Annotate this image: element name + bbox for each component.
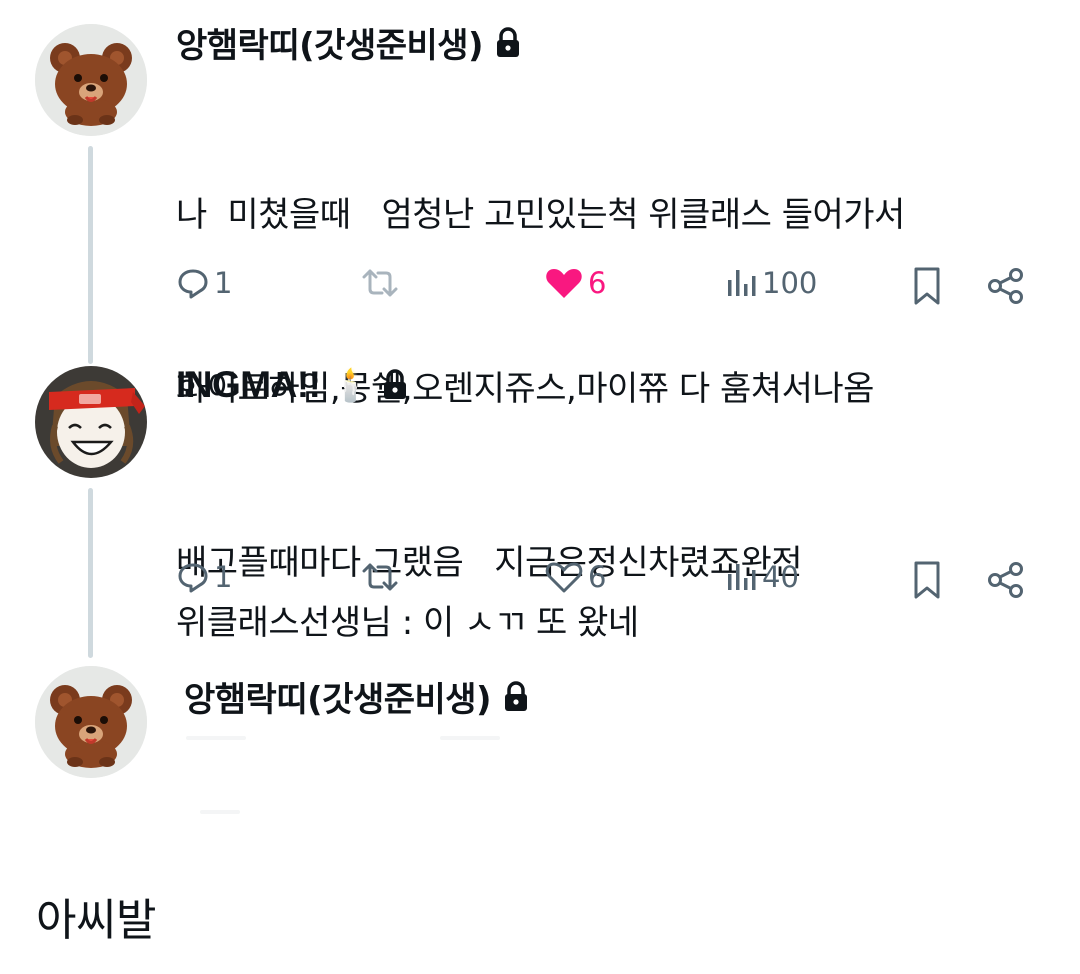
- lock-icon: [383, 369, 406, 399]
- reply-icon: [178, 269, 208, 299]
- candle-emoji: 🕯️: [330, 366, 370, 404]
- repost-icon: [362, 269, 398, 297]
- bookmark-button[interactable]: [910, 266, 944, 306]
- like-count: 6: [588, 266, 607, 300]
- author-name[interactable]: 앙햄락띠(갓생준비생): [184, 672, 492, 721]
- views-icon: [728, 564, 756, 590]
- headband-avatar: [35, 366, 147, 478]
- avatar[interactable]: [35, 366, 147, 478]
- bear-avatar: [35, 24, 147, 136]
- share-button[interactable]: [986, 560, 1026, 600]
- like-button[interactable]: 6: [544, 266, 606, 300]
- thread-line: [88, 488, 93, 658]
- thread-line: [88, 146, 93, 364]
- redacted-text: [186, 736, 246, 740]
- redacted-text: [440, 736, 500, 740]
- like-count: 6: [588, 560, 607, 594]
- like-icon: [545, 562, 583, 593]
- post-header: 앙햄락띠(갓생준비생): [176, 18, 523, 67]
- post-text: 위클래스선생님 : 이 ㅅㄲ 또 왔네: [176, 478, 639, 768]
- like-icon: [546, 269, 582, 298]
- share-button[interactable]: [986, 266, 1026, 306]
- post-header: 앙햄락띠(갓생준비생): [184, 672, 531, 721]
- action-bar: 1 6 40: [176, 560, 1028, 604]
- avatar[interactable]: [35, 24, 147, 136]
- reply-icon: [178, 563, 208, 593]
- views-count: 40: [762, 560, 799, 594]
- views-icon: [728, 270, 756, 296]
- author-name[interactable]: INGMA!!: [176, 364, 321, 406]
- repost-button[interactable]: [358, 560, 406, 594]
- share-icon: [988, 268, 1023, 304]
- post-text-line: 나 미쳤을때 엄청난 고민있는척 위클래스 들어가서: [176, 195, 905, 235]
- views-button[interactable]: 40: [724, 560, 799, 594]
- action-bar: 1 6 100: [176, 266, 1028, 310]
- repost-button[interactable]: [358, 266, 406, 300]
- reply-button[interactable]: 1: [176, 266, 232, 300]
- redacted-text: [200, 810, 240, 814]
- bookmark-icon: [914, 561, 940, 599]
- lock-icon: [505, 680, 528, 711]
- reply-count: 1: [214, 266, 233, 300]
- reply-button[interactable]: 1: [176, 560, 232, 594]
- share-icon: [988, 562, 1023, 598]
- bookmark-icon: [914, 267, 940, 305]
- lock-icon: [497, 26, 520, 57]
- caption-text: 아씨발: [36, 895, 156, 946]
- repost-icon: [362, 563, 398, 591]
- bookmark-button[interactable]: [910, 560, 944, 600]
- post-header: INGMA!! 🕯️: [176, 364, 410, 406]
- views-button[interactable]: 100: [724, 266, 817, 300]
- author-name[interactable]: 앙햄락띠(갓생준비생): [176, 18, 484, 67]
- avatar[interactable]: [35, 666, 147, 778]
- like-button[interactable]: 6: [544, 560, 606, 594]
- reply-count: 1: [214, 560, 233, 594]
- views-count: 100: [762, 266, 818, 300]
- bear-avatar: [35, 666, 147, 778]
